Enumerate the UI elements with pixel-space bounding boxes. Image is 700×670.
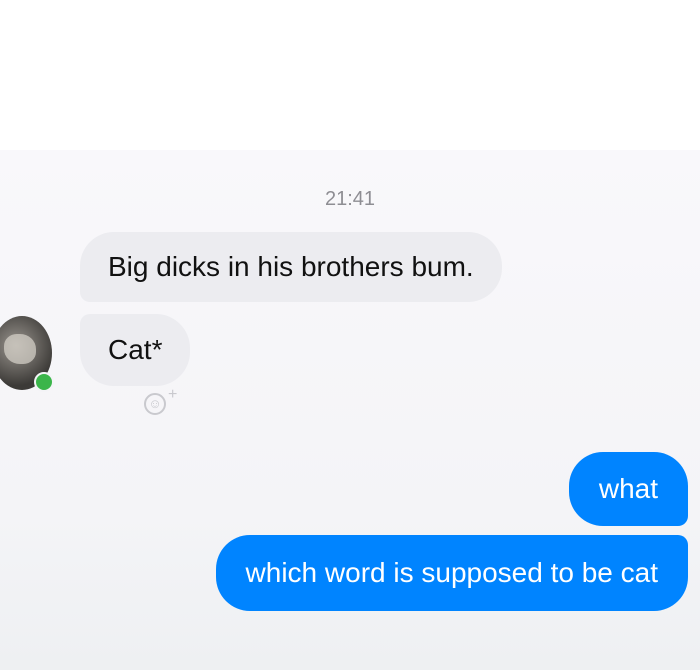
outgoing-message[interactable]: which word is supposed to be cat <box>215 535 688 611</box>
outgoing-message[interactable]: what <box>568 452 688 526</box>
reaction-plus-icon[interactable]: + <box>168 386 177 404</box>
message-timestamp: 21:41 <box>324 188 376 210</box>
add-reaction-icon[interactable]: ☺ <box>144 393 166 415</box>
incoming-message[interactable]: Cat* <box>80 314 191 386</box>
online-status-dot <box>34 372 54 392</box>
incoming-message[interactable]: Big dicks in his brothers bum. <box>80 232 502 302</box>
